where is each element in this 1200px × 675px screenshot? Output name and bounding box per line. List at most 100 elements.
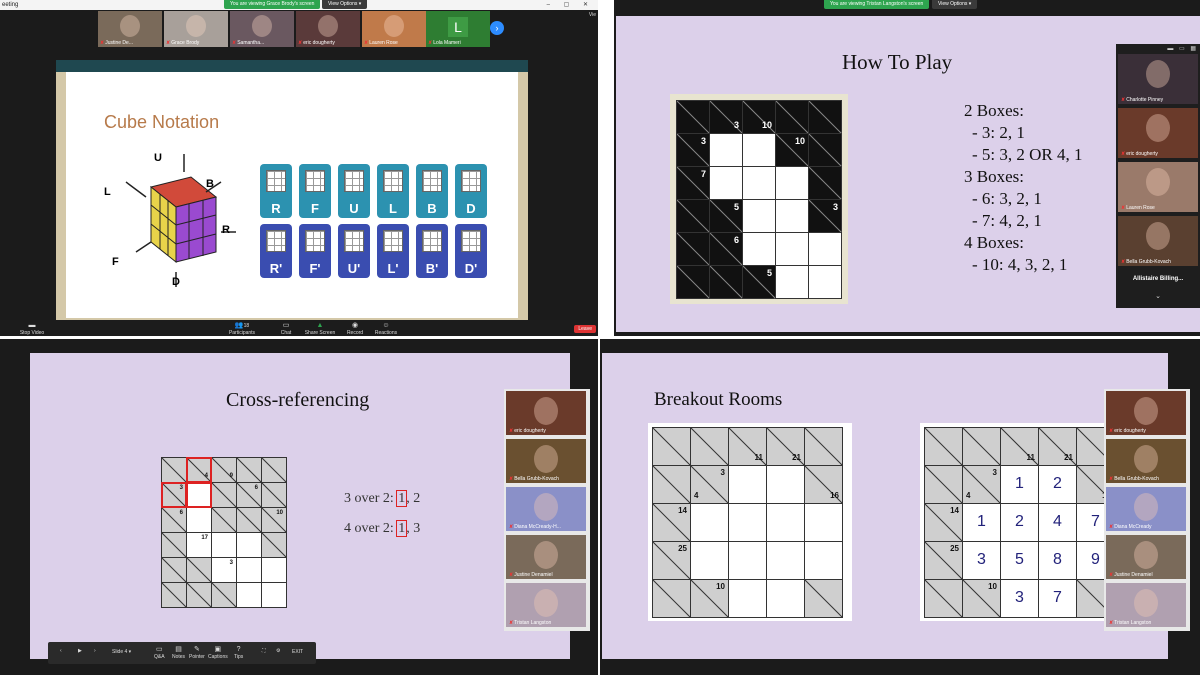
reactions-button[interactable]: ☺ Reactions [366,322,406,336]
answer-cell[interactable] [804,503,843,542]
qa-button[interactable]: ▭ Q&A [154,645,165,660]
answer-cell[interactable]: 1 [962,503,1001,542]
participant-tile[interactable]: ✘eric dougherty [1118,108,1198,158]
answer-cell[interactable]: 5 [1000,541,1039,580]
answer-cell[interactable]: 7 [1038,579,1077,618]
rule-heading: 3 Boxes: [964,167,1024,186]
answer-cell[interactable] [690,503,729,542]
answer-cell[interactable]: 3 [962,541,1001,580]
participant-tile[interactable]: ✘Justine Denamiel [1106,535,1186,579]
prev-slide-icon[interactable]: ‹ [60,648,62,654]
participants-button[interactable]: 👥18 Participants [222,322,262,336]
share-screen-button[interactable]: ▲ Share Screen [300,322,340,336]
view-options-button[interactable]: View Options ▾ [932,0,978,9]
answer-cell[interactable] [236,557,262,583]
participant-tile[interactable]: ✘Bella Grubb-Kovach [506,439,586,483]
fullscreen-icon[interactable]: ⛶ [262,648,266,654]
participant-tile[interactable]: ✘Diana McCready-H... [506,487,586,531]
view-label[interactable]: Vie [589,12,596,18]
move-tile: U' [338,224,370,278]
answer-cell[interactable] [808,232,842,266]
answer-cell[interactable] [186,507,212,533]
clue-cell [261,532,287,558]
answer-cell[interactable]: 17 [186,532,212,558]
stop-video-button[interactable]: ▬ Stop Video [12,322,52,336]
diagonal-divider [677,266,710,299]
sidebar-controls[interactable]: ▬ ▭ ▦ [1167,45,1198,52]
participant-tile[interactable]: ✘Lauren Rose [1118,162,1198,212]
answer-cell[interactable] [742,199,776,233]
answer-cell[interactable] [742,166,776,200]
participant-tile[interactable]: ✘Justine De... [98,11,162,47]
answer-cell[interactable] [236,582,262,608]
clue-number: 10 [276,510,283,516]
participant-tile[interactable]: ✘Justine Denamiel [506,535,586,579]
participant-tile[interactable]: ✘Bella Grubb-Kovach [1118,216,1198,266]
participant-tile[interactable]: ✘eric dougherty [506,391,586,435]
move-label: B [427,201,437,216]
participant-tile[interactable]: L ✘Lola Mameri [426,11,490,47]
diagonal-divider [925,580,963,618]
answer-cell[interactable] [690,541,729,580]
answer-cell[interactable] [261,582,287,608]
slide-indicator[interactable]: Slide 4 ▾ [112,649,131,655]
clue-cell: 10 [775,133,809,167]
notes-button[interactable]: ▤ Notes [172,645,185,660]
next-page-icon[interactable]: › [490,21,504,35]
answer-cell[interactable] [775,166,809,200]
overflow-participant[interactable]: Allistaire Billing... [1116,276,1200,282]
participant-video [252,15,272,37]
participant-tile[interactable]: ✘Bella Grubb-Kovach [1106,439,1186,483]
answer-cell[interactable] [766,541,805,580]
answer-cell[interactable] [728,579,767,618]
leave-button[interactable]: Leave [574,325,596,333]
answer-cell[interactable] [775,232,809,266]
pointer-button[interactable]: ✎ Pointer [189,645,205,660]
answer-cell[interactable] [728,503,767,542]
answer-cell[interactable]: 4 [1038,503,1077,542]
participant-tile[interactable]: ✘Diana McCready [1106,487,1186,531]
participant-tile[interactable]: ✘Charlotte Pinney [1118,54,1198,104]
diagonal-divider [162,558,187,583]
answer-cell[interactable]: 3 [1000,579,1039,618]
answer-cell[interactable]: 8 [1038,541,1077,580]
tips-button[interactable]: ? Tips [234,645,243,660]
answer-cell[interactable] [766,465,805,504]
participant-tile[interactable]: ✘Tristan Langston [506,583,586,627]
answer-cell[interactable] [261,557,287,583]
participant-tile[interactable]: ✘Samantha... [230,11,294,47]
answer-cell[interactable]: 3 [211,557,237,583]
exit-button[interactable]: EXIT [292,649,303,655]
answer-cell[interactable] [775,199,809,233]
answer-cell[interactable] [728,465,767,504]
answer-cell[interactable] [709,166,743,200]
answer-cell[interactable] [236,532,262,558]
captions-button[interactable]: ▣ Captions [208,645,228,660]
answer-cell[interactable] [709,133,743,167]
answer-cell[interactable] [775,265,809,299]
window-controls[interactable]: – ▢ ✕ [547,0,594,10]
gear-icon[interactable]: ⚙ [276,648,280,654]
answer-cell[interactable] [808,265,842,299]
play-icon[interactable]: ▶ [78,648,82,654]
diagonal-divider [237,483,262,508]
answer-cell[interactable]: 2 [1000,503,1039,542]
answer-cell[interactable] [766,579,805,618]
answer-cell[interactable]: 1 [1000,465,1039,504]
participant-tile[interactable]: ✘Grace Brody [164,11,228,47]
answer-cell[interactable] [766,503,805,542]
answer-cell[interactable] [742,133,776,167]
participant-tile[interactable]: ✘eric dougherty [1106,391,1186,435]
chevron-down-icon[interactable]: ⌄ [1116,292,1200,300]
answer-cell[interactable] [211,532,237,558]
slide-how-to-play: How To Play 3 10 3 10 7 5 3 6 5 2 Boxes: - 3: 2, … [616,16,1200,332]
next-slide-icon[interactable]: › [94,648,96,654]
answer-cell[interactable] [742,232,776,266]
participant-tile[interactable]: ✘eric dougherty [296,11,360,47]
answer-cell[interactable] [728,541,767,580]
answer-cell[interactable]: 2 [1038,465,1077,504]
participant-tile[interactable]: ✘Tristan Langston [1106,583,1186,627]
view-options-button[interactable]: View Options ▾ [322,0,368,9]
participant-tile[interactable]: ✘Lauren Rose [362,11,426,47]
answer-cell[interactable] [804,541,843,580]
